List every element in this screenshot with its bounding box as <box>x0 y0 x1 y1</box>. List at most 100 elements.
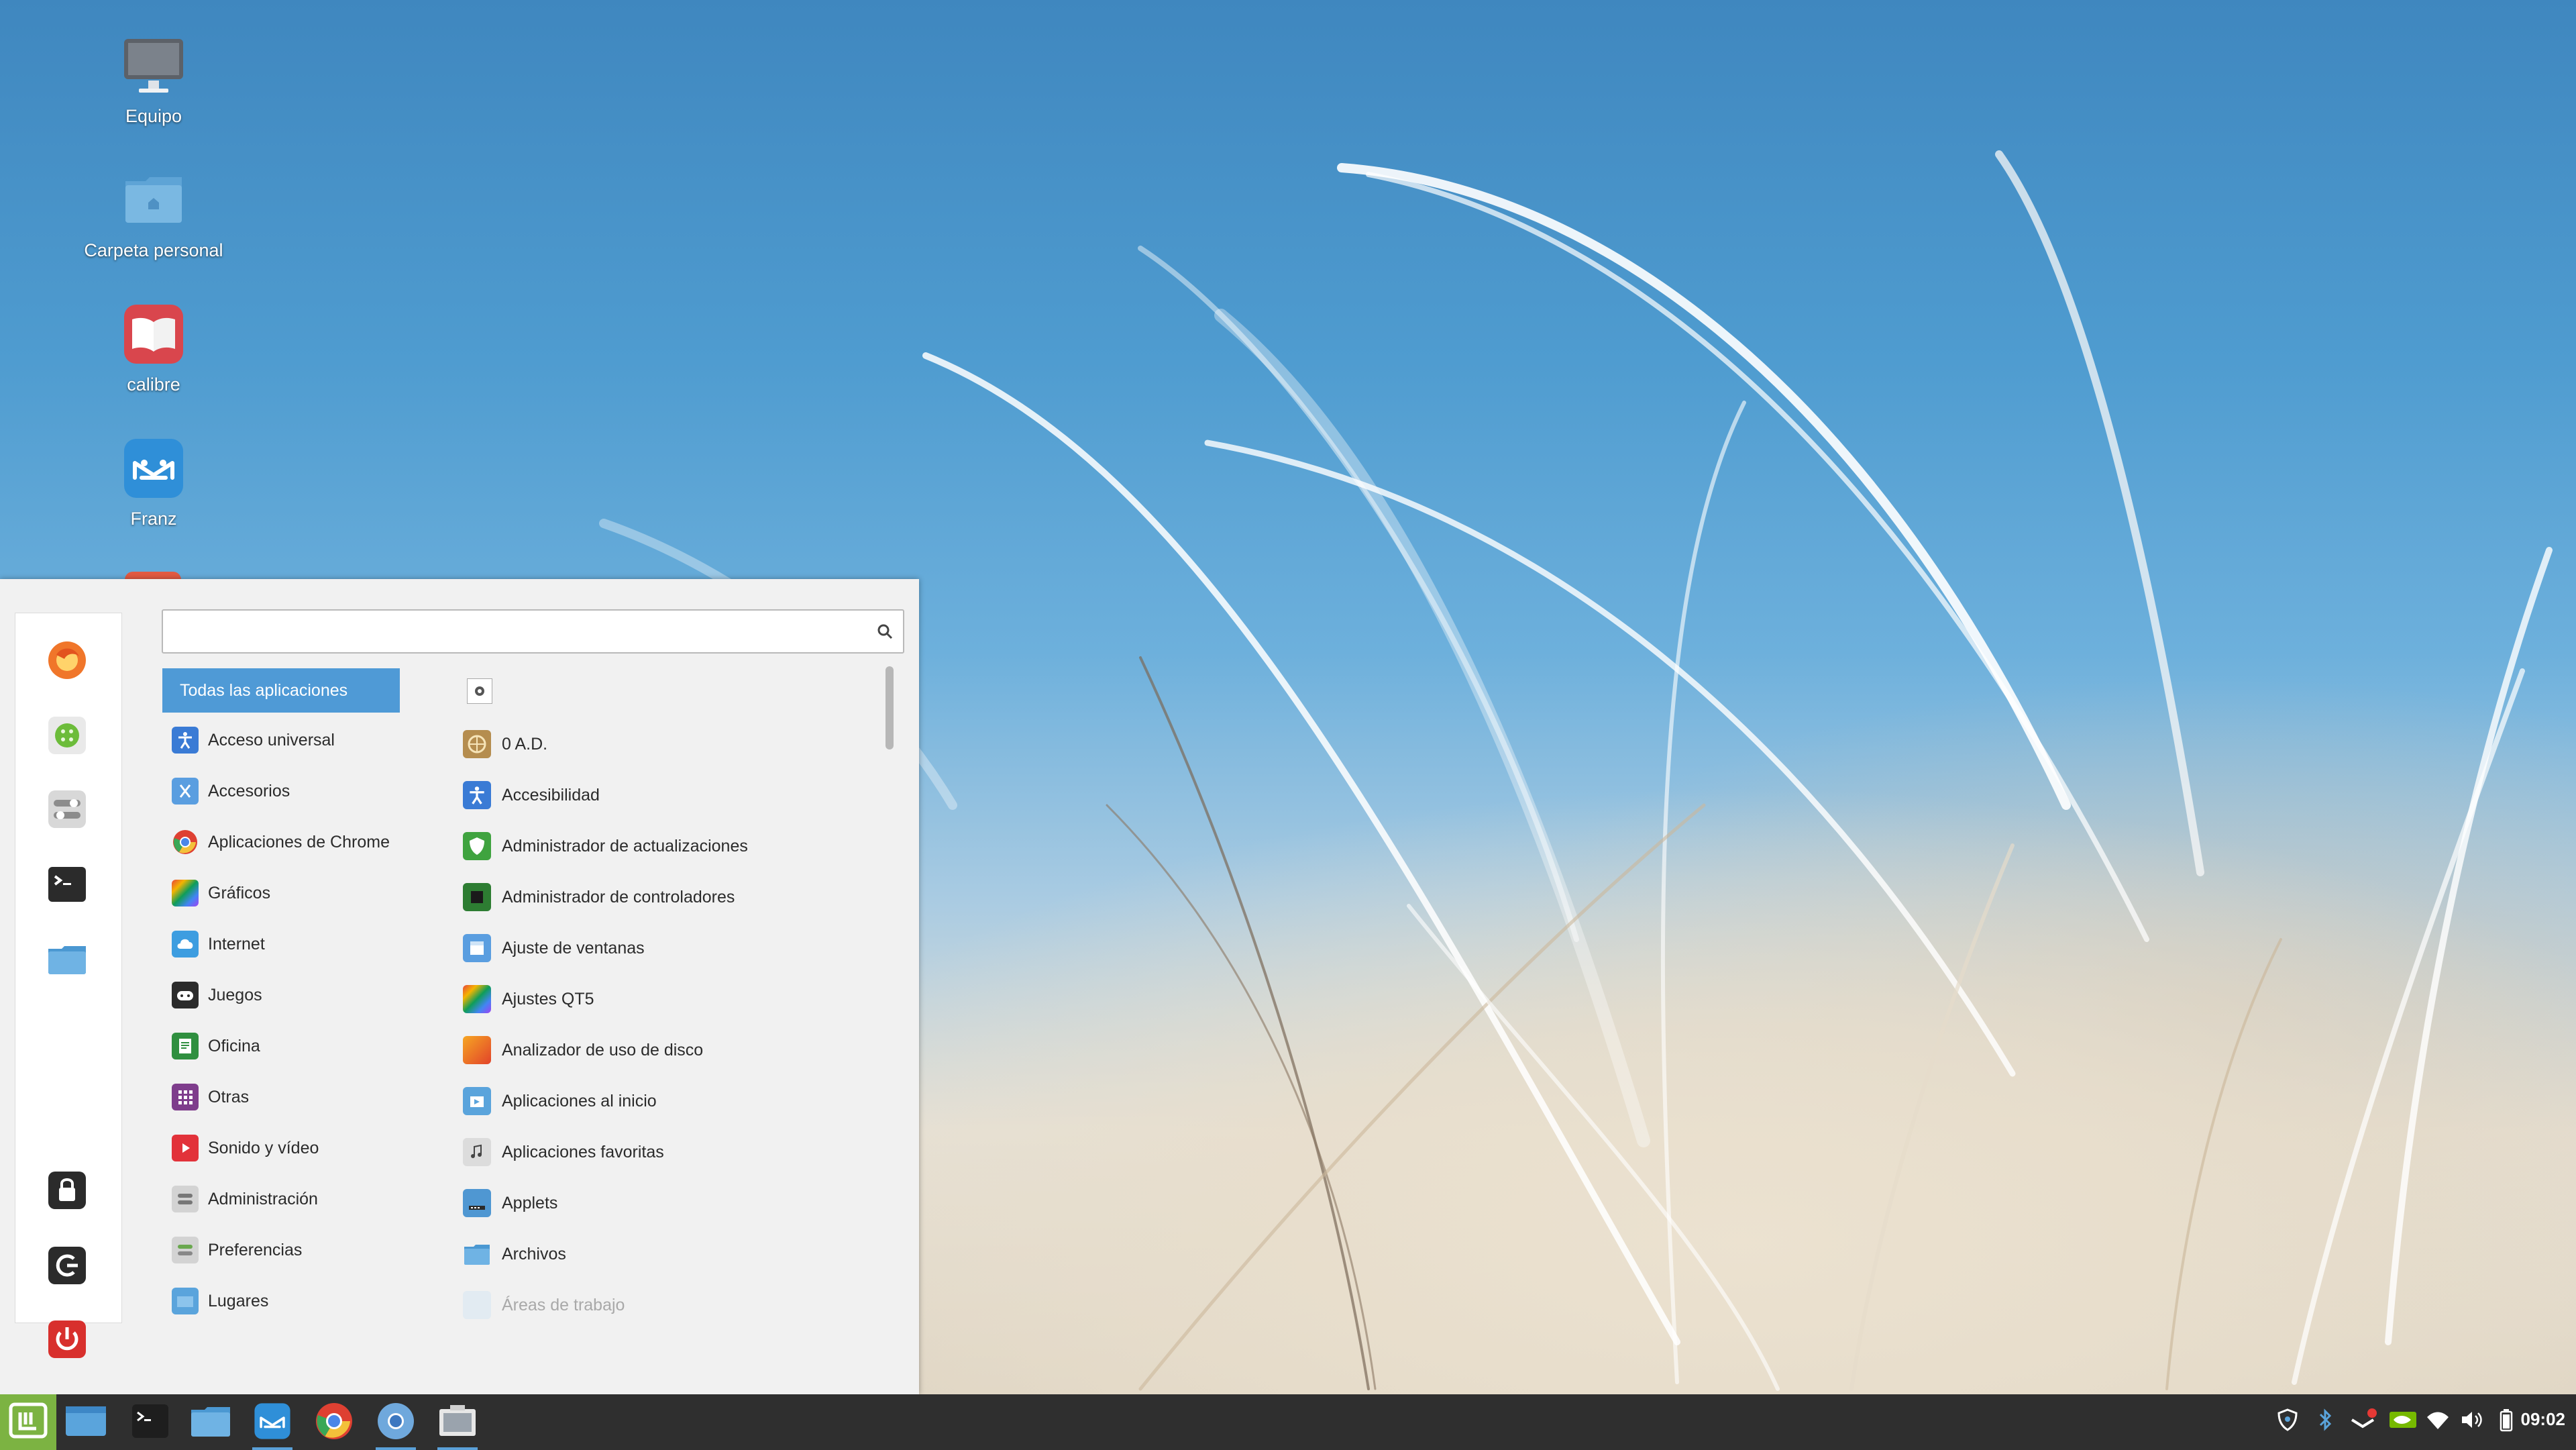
shield-icon <box>2275 1408 2300 1435</box>
bluetooth-icon <box>2315 1408 2335 1435</box>
qt5-settings-icon <box>463 985 491 1013</box>
taskbar-screenshot[interactable] <box>431 1398 484 1450</box>
category-otras[interactable]: Otras <box>162 1075 400 1119</box>
favorite-settings[interactable] <box>43 786 91 835</box>
session-logout[interactable] <box>43 1243 91 1291</box>
desktop-icon-label: Franz <box>130 509 177 529</box>
app-files[interactable]: Archivos <box>463 1234 566 1274</box>
category-accesorios[interactable]: Accesorios <box>162 769 400 813</box>
category-label: Preferencias <box>208 1240 303 1259</box>
category-sonido-video[interactable]: Sonido y vídeo <box>162 1126 400 1170</box>
power-icon <box>47 1319 87 1363</box>
category-administracion[interactable]: Administración <box>162 1177 400 1221</box>
accessibility-icon <box>172 727 199 754</box>
app-window-tiling[interactable]: Ajuste de ventanas <box>463 928 645 968</box>
folder-icon <box>47 939 87 983</box>
terminal-icon <box>131 1403 170 1443</box>
favorite-folder[interactable] <box>43 937 91 985</box>
desktop-icon-equipo[interactable]: Equipo <box>76 34 231 127</box>
admin-icon <box>172 1186 199 1212</box>
search-box[interactable] <box>162 609 904 654</box>
session-lock[interactable] <box>43 1168 91 1216</box>
firefox-icon <box>47 640 87 684</box>
disk-usage-icon <box>463 1036 491 1064</box>
favorite-green-apps[interactable] <box>43 713 91 761</box>
calibre-icon <box>121 302 186 366</box>
accessibility-icon <box>463 781 491 809</box>
desktop-icon-label: Equipo <box>125 106 182 126</box>
app-label: Aplicaciones al inicio <box>502 1091 657 1110</box>
app-favorite-apps[interactable]: Aplicaciones favoritas <box>463 1132 664 1172</box>
app-startup-apps[interactable]: Aplicaciones al inicio <box>463 1081 657 1121</box>
category-label: Otras <box>208 1087 250 1106</box>
tray-volume[interactable] <box>2455 1405 2487 1437</box>
desktop-icon-carpeta-personal[interactable]: Carpeta personal <box>76 168 231 261</box>
app-driver-manager[interactable]: Administrador de controladores <box>463 877 735 917</box>
app-0ad[interactable]: 0 A.D. <box>463 724 547 764</box>
desktop-icon-calibre[interactable]: calibre <box>76 302 231 395</box>
wifi-icon <box>2426 1409 2450 1434</box>
tray-shield[interactable] <box>2271 1405 2304 1437</box>
category-chrome[interactable]: Aplicaciones de Chrome <box>162 820 400 864</box>
logout-icon <box>47 1245 87 1289</box>
franz-icon <box>253 1402 292 1444</box>
taskbar-files[interactable] <box>184 1398 237 1447</box>
favorite-firefox[interactable] <box>43 637 91 686</box>
chrome-icon <box>314 1401 354 1445</box>
tray-bluetooth[interactable] <box>2309 1405 2341 1437</box>
taskbar-chrome[interactable] <box>307 1398 361 1447</box>
taskbar-franz[interactable] <box>246 1398 299 1450</box>
category-label: Acceso universal <box>208 730 335 749</box>
search-input[interactable] <box>171 616 845 648</box>
tray-network-alert[interactable] <box>2348 1405 2380 1437</box>
driver-manager-icon <box>463 883 491 911</box>
network-alert-icon <box>2349 1408 2379 1435</box>
app-label: Administrador de actualizaciones <box>502 836 748 856</box>
mint-menu-button[interactable] <box>0 1394 56 1450</box>
tray-battery[interactable] <box>2490 1405 2522 1437</box>
category-lugares[interactable]: Lugares <box>162 1279 400 1323</box>
app-disk-usage[interactable]: Analizador de uso de disco <box>463 1030 703 1070</box>
app-qt5-settings[interactable]: Ajustes QT5 <box>463 979 594 1019</box>
update-shield-icon <box>463 832 491 860</box>
category-acceso-universal[interactable]: Acceso universal <box>162 718 400 762</box>
mint-menu-icon <box>7 1399 50 1445</box>
tray-wifi[interactable] <box>2422 1405 2454 1437</box>
app-accesibilidad[interactable]: Accesibilidad <box>463 775 600 815</box>
sound-video-icon <box>172 1135 199 1161</box>
settings-toggle-icon <box>47 789 87 833</box>
computer-icon <box>121 34 186 98</box>
category-juegos[interactable]: Juegos <box>162 973 400 1017</box>
0ad-icon <box>463 730 491 758</box>
taskbar-terminal[interactable] <box>123 1398 177 1447</box>
desktop-icon-franz[interactable]: Franz <box>76 436 231 529</box>
session-power[interactable] <box>43 1316 91 1365</box>
app-label: 0 A.D. <box>502 734 548 754</box>
lock-icon <box>47 1170 87 1214</box>
category-all-apps[interactable]: Todas las aplicaciones <box>162 668 400 713</box>
category-oficina[interactable]: Oficina <box>162 1024 400 1068</box>
volume-icon <box>2459 1409 2483 1434</box>
places-folder-icon <box>172 1288 199 1314</box>
app-list-scrollbar[interactable] <box>885 666 894 749</box>
gear-icon[interactable] <box>467 678 492 704</box>
internet-icon <box>172 931 199 957</box>
show-desktop-button[interactable] <box>59 1398 113 1447</box>
app-update-manager[interactable]: Administrador de actualizaciones <box>463 826 748 866</box>
clock[interactable]: 09:02 <box>2521 1409 2566 1430</box>
app-applets[interactable]: Applets <box>463 1183 557 1223</box>
category-graficos[interactable]: Gráficos <box>162 871 400 915</box>
app-workspaces[interactable]: Áreas de trabajo <box>463 1285 625 1325</box>
other-icon <box>172 1084 199 1110</box>
franz-icon <box>121 436 186 501</box>
category-internet[interactable]: Internet <box>162 922 400 966</box>
chromium-icon <box>376 1401 416 1445</box>
app-label: Ajustes QT5 <box>502 989 594 1008</box>
favorite-terminal[interactable] <box>43 862 91 910</box>
tray-nvidia[interactable] <box>2387 1405 2419 1437</box>
category-label: Oficina <box>208 1036 260 1055</box>
category-preferencias[interactable]: Preferencias <box>162 1228 400 1272</box>
desktop: Equipo Carpeta personal calibre Franz To… <box>0 0 2576 1450</box>
app-label: Analizador de uso de disco <box>502 1040 704 1059</box>
taskbar-chromium[interactable] <box>369 1398 423 1450</box>
